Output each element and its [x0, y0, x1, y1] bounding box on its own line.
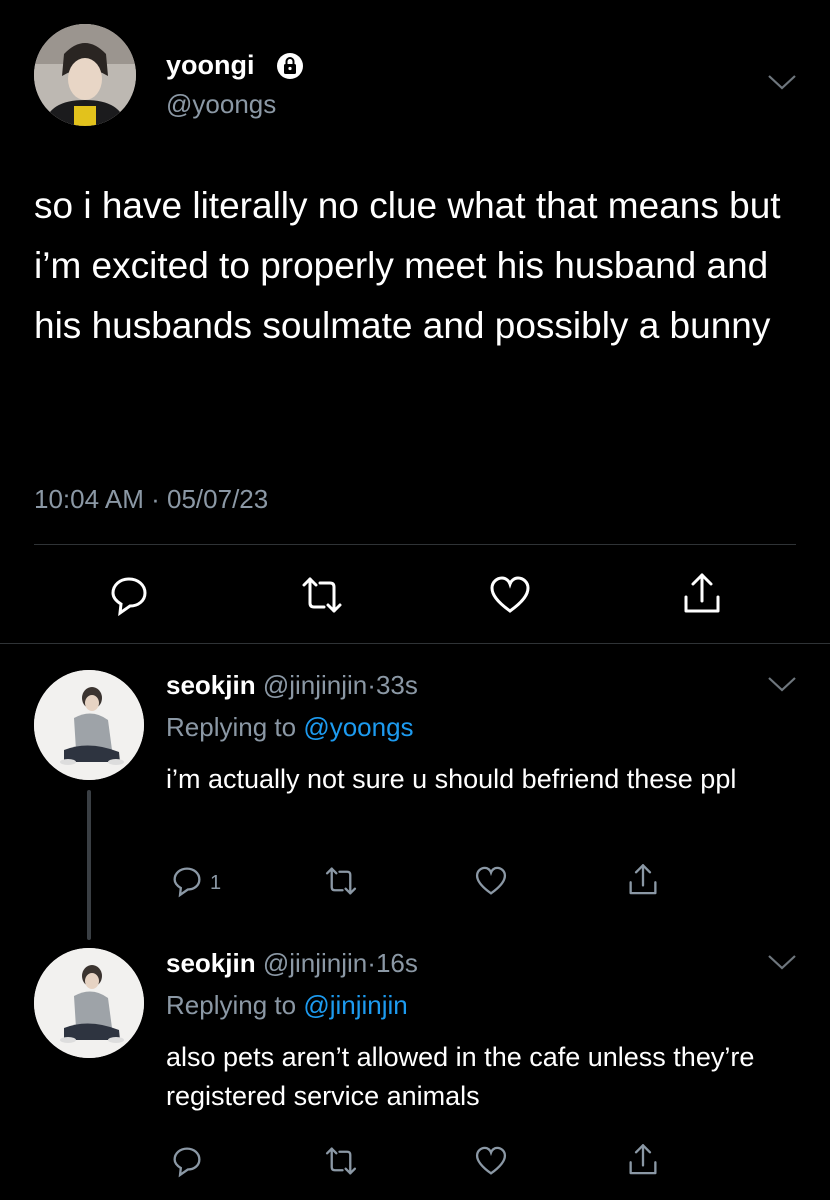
reply-count: 1 — [210, 872, 222, 894]
reply-author-handle[interactable]: @jinjinjin — [263, 670, 367, 700]
tweet-date[interactable]: 05/07/23 — [167, 484, 268, 514]
replying-to: Replying to @yoongs — [166, 712, 414, 743]
replying-to-link[interactable]: @jinjinjin — [303, 990, 407, 1020]
chevron-down-icon[interactable] — [766, 72, 798, 92]
thread-line — [87, 790, 91, 940]
reply-header: seokjin @jinjinjin·16s — [166, 948, 418, 979]
reply-icon[interactable] — [170, 1144, 204, 1178]
reply-age: 16s — [375, 948, 418, 978]
avatar[interactable] — [34, 24, 136, 126]
replying-prefix: Replying to — [166, 990, 297, 1020]
avatar[interactable] — [34, 948, 144, 1058]
retweet-icon[interactable] — [322, 864, 360, 898]
reply-icon[interactable] — [170, 864, 204, 898]
reply-separator: · — [367, 948, 376, 978]
share-icon[interactable] — [680, 571, 724, 617]
chevron-down-icon[interactable] — [766, 952, 798, 972]
reply-age: 33s — [375, 670, 418, 700]
divider — [34, 544, 796, 545]
like-icon[interactable] — [474, 1144, 508, 1178]
tweet-time[interactable]: 10:04 AM — [34, 484, 144, 514]
reply-author-name[interactable]: seokjin — [166, 670, 256, 700]
reply-text: also pets aren’t allowed in the cafe unl… — [166, 1042, 755, 1111]
retweet-icon[interactable] — [322, 1144, 360, 1178]
reply-author-name[interactable]: seokjin — [166, 948, 256, 978]
reply-author-handle[interactable]: @jinjinjin — [263, 948, 367, 978]
tweet-text: so i have literally no clue what that me… — [34, 185, 781, 346]
share-icon[interactable] — [626, 1142, 660, 1178]
chevron-down-icon[interactable] — [766, 674, 798, 694]
avatar[interactable] — [34, 670, 144, 780]
timestamp-separator: · — [151, 484, 160, 514]
tweet-timestamp[interactable]: 10:04 AM · 05/07/23 — [34, 484, 268, 515]
reply-text: i’m actually not sure u should befriend … — [166, 764, 737, 794]
author-handle[interactable]: @yoongs — [166, 89, 276, 120]
replying-to-link[interactable]: @yoongs — [303, 712, 413, 742]
share-icon[interactable] — [626, 862, 660, 898]
reply-header: seokjin @jinjinjin·33s — [166, 670, 418, 701]
divider — [0, 643, 830, 644]
author-name[interactable]: yoongi — [166, 50, 255, 81]
like-icon[interactable] — [474, 864, 508, 898]
like-icon[interactable] — [488, 573, 532, 617]
replying-to: Replying to @jinjinjin — [166, 990, 408, 1021]
replying-prefix: Replying to — [166, 712, 297, 742]
author-name-text[interactable]: yoongi — [166, 50, 255, 80]
reply-separator: · — [367, 670, 376, 700]
lock-icon — [276, 52, 304, 85]
retweet-icon[interactable] — [298, 573, 346, 617]
reply-icon[interactable] — [107, 573, 151, 617]
